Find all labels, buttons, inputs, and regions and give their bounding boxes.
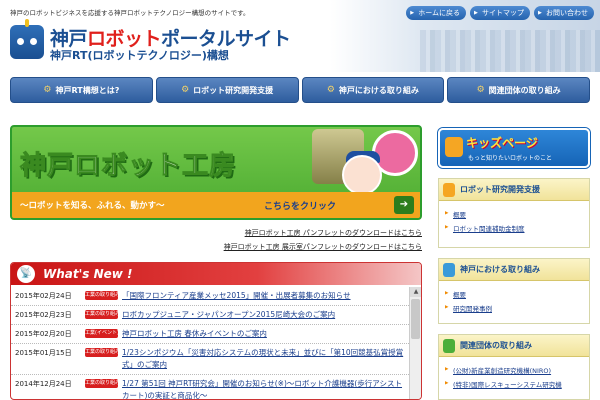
showroom-pamphlet-download-link[interactable]: 神戸ロボット工房 展示室パンフレットのダウンロードはこちら xyxy=(224,242,422,252)
news-item: 2014年12月24日 工業の取り組み 1/27 第51回 神戸RT研究会」開催… xyxy=(11,375,409,399)
cityscape-image xyxy=(420,30,600,72)
news-item: 2015年02月20日 工業(イベント) 神戸ロボット工房 春休みイベントのご案… xyxy=(11,325,409,344)
scroll-thumb[interactable] xyxy=(411,299,420,339)
nav-item-kobe-efforts[interactable]: ⚙ 神戸における取り組み xyxy=(301,77,445,103)
mascot-image xyxy=(342,155,382,195)
site-header: 神戸のロボットビジネスを応援する神戸ロボットテクノロジー構想のサイトです。 神戸… xyxy=(0,0,600,72)
gear-icon: ⚙ xyxy=(43,85,52,95)
whats-new-header: 📡 What's New ! xyxy=(11,263,421,285)
banner-tagline: ～ロボットを知る、ふれる、動かす～ xyxy=(20,201,165,211)
news-badge: 工業(イベント) xyxy=(85,329,119,338)
news-date: 2015年02月20日 xyxy=(15,330,72,338)
site-tagline: 神戸のロボットビジネスを応援する神戸ロボットテクノロジー構想のサイトです。 xyxy=(10,9,250,17)
kids-page-subtitle: もっと知りたいロボットのこと xyxy=(468,155,553,162)
robot-icon xyxy=(443,262,455,277)
side-link-irs[interactable]: (特非)国際レスキューシステム研究機 xyxy=(439,377,589,391)
nav-item-about-rt[interactable]: ⚙ 神戸RT構想とは? xyxy=(10,77,153,103)
nav-item-research-support[interactable]: ⚙ ロボット研究開発支援 xyxy=(155,77,299,103)
side-box-related-orgs: 関連団体の取り組み (公財)新産業創造研究機構(NIRO) (特非)国際レスキュ… xyxy=(438,334,590,400)
pamphlet-download-link[interactable]: 神戸ロボット工房 パンフレットのダウンロードはこちら xyxy=(245,228,422,238)
news-item: 2015年01月15日 工業の取り組み 1/23シンポジウム「災害対応システムの… xyxy=(11,344,409,375)
side-box-header[interactable]: 神戸における取り組み xyxy=(439,259,589,281)
gear-icon: ⚙ xyxy=(181,85,190,95)
scroll-up-arrow-icon[interactable]: ▲ xyxy=(410,287,421,297)
sitemap-link[interactable]: サイトマップ xyxy=(470,6,530,20)
news-link[interactable]: 1/27 第51回 神戸RT研究会」開催のお知らせ(※)～ロボット介護機器(歩行… xyxy=(122,378,405,399)
robot-icon xyxy=(443,338,455,353)
side-link-niro[interactable]: (公財)新産業創造研究機構(NIRO) xyxy=(439,363,589,377)
side-link-case-studies[interactable]: 研究開発事例 xyxy=(439,301,589,315)
gear-icon: ⚙ xyxy=(326,85,335,95)
news-date: 2015年02月24日 xyxy=(15,292,72,300)
side-box-kobe-efforts: 神戸における取り組み 概要 研究開発事例 xyxy=(438,258,590,324)
home-link[interactable]: ホームに戻る xyxy=(406,6,466,20)
banner-title: 神戸ロボット工房 xyxy=(19,151,237,182)
news-item: 2015年02月23日 工業の取り組み ロボカップジュニア・ジャパンオープン20… xyxy=(11,306,409,325)
news-badge: 工業の取り組み xyxy=(85,348,121,357)
whats-new-title: What's New ! xyxy=(43,267,133,281)
side-box-header[interactable]: ロボット研究開発支援 xyxy=(439,179,589,201)
contact-link[interactable]: お問い合わせ xyxy=(534,6,594,20)
robot-workshop-banner[interactable]: 神戸ロボット工房 ～ロボットを知る、ふれる、動かす～ こちらをクリック ➔ xyxy=(10,125,422,220)
satellite-icon: 📡 xyxy=(17,265,35,283)
arrow-right-icon[interactable]: ➔ xyxy=(394,196,414,214)
side-box-header[interactable]: 関連団体の取り組み xyxy=(439,335,589,357)
main-nav: ⚙ 神戸RT構想とは? ⚙ ロボット研究開発支援 ⚙ 神戸における取り組み ⚙ 関連団体… xyxy=(10,77,590,103)
robot-icon xyxy=(443,182,455,197)
news-date: 2015年02月23日 xyxy=(15,311,72,319)
news-link[interactable]: 「国際フロンティア産業メッセ2015」開催・出展者募集のお知らせ xyxy=(122,290,405,302)
top-links: ホームに戻る サイトマップ お問い合わせ xyxy=(406,6,594,20)
robot-icon xyxy=(445,137,463,157)
news-link[interactable]: 神戸ロボット工房 春休みイベントのご案内 xyxy=(122,328,405,340)
side-box-research-support: ロボット研究開発支援 概要 ロボット関連補助金制度 xyxy=(438,178,590,248)
news-link[interactable]: ロボカップジュニア・ジャパンオープン2015尼崎大会のご案内 xyxy=(122,309,405,321)
site-logo-subtitle: 神戸RT(ロボットテクノロジー)構想 xyxy=(50,49,229,62)
side-link-overview[interactable]: 概要 xyxy=(439,287,589,301)
side-link-overview[interactable]: 概要 xyxy=(439,207,589,221)
news-badge: 工業の取り組み xyxy=(85,379,121,388)
news-scrollbar[interactable]: ▲ xyxy=(409,287,421,399)
news-date: 2015年01月15日 xyxy=(15,349,72,357)
news-badge: 工業の取り組み xyxy=(85,291,121,300)
news-list: 2015年02月24日 工業の取り組み 「国際フロンティア産業メッセ2015」開… xyxy=(11,287,409,399)
logo-robot-icon[interactable] xyxy=(10,19,44,59)
whats-new-panel: 📡 What's New ! 2015年02月24日 工業の取り組み 「国際フロ… xyxy=(10,262,422,400)
news-date: 2014年12月24日 xyxy=(15,380,72,388)
kids-page-title: キッズページ xyxy=(466,136,538,150)
news-link[interactable]: 1/23シンポジウム「災害対応システムの現状と未来」並びに「第10回競基弘賞授賞… xyxy=(122,347,405,371)
news-item: 2015年02月24日 工業の取り組み 「国際フロンティア産業メッセ2015」開… xyxy=(11,287,409,306)
banner-click-label[interactable]: こちらをクリック xyxy=(264,199,336,212)
gear-icon: ⚙ xyxy=(476,85,485,95)
side-link-subsidy[interactable]: ロボット関連補助金制度 xyxy=(439,221,589,235)
nav-item-related-orgs[interactable]: ⚙ 関連団体の取り組み xyxy=(447,77,590,103)
news-badge: 工業の取り組み xyxy=(85,310,121,319)
kids-page-banner[interactable]: キッズページ もっと知りたいロボットのこと xyxy=(438,128,590,168)
